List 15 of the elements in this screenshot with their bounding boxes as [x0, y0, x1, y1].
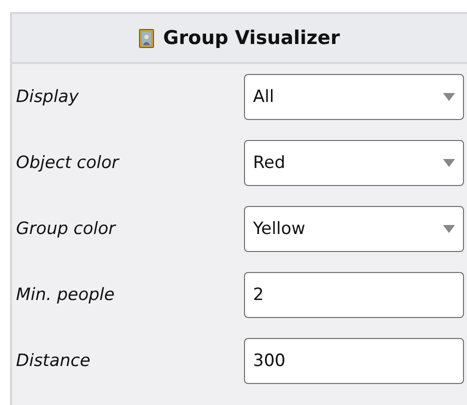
- panel-title: Group Visualizer: [163, 27, 340, 49]
- caret-icon: [443, 159, 455, 167]
- field-label: Display: [15, 87, 79, 107]
- input-field[interactable]: 300: [244, 338, 464, 384]
- field-label: Distance: [15, 351, 90, 371]
- picture-frame-icon: [139, 28, 154, 48]
- dropdown[interactable]: All: [244, 74, 464, 120]
- dropdown[interactable]: Yellow: [244, 206, 464, 252]
- field-label: Object color: [15, 153, 119, 173]
- field-label: Min. people: [15, 285, 115, 305]
- field-label: Group color: [15, 219, 116, 239]
- dropdown[interactable]: Red: [244, 140, 464, 186]
- caret-icon: [443, 225, 455, 233]
- input-field[interactable]: 2: [244, 272, 464, 318]
- caret-icon: [443, 93, 455, 101]
